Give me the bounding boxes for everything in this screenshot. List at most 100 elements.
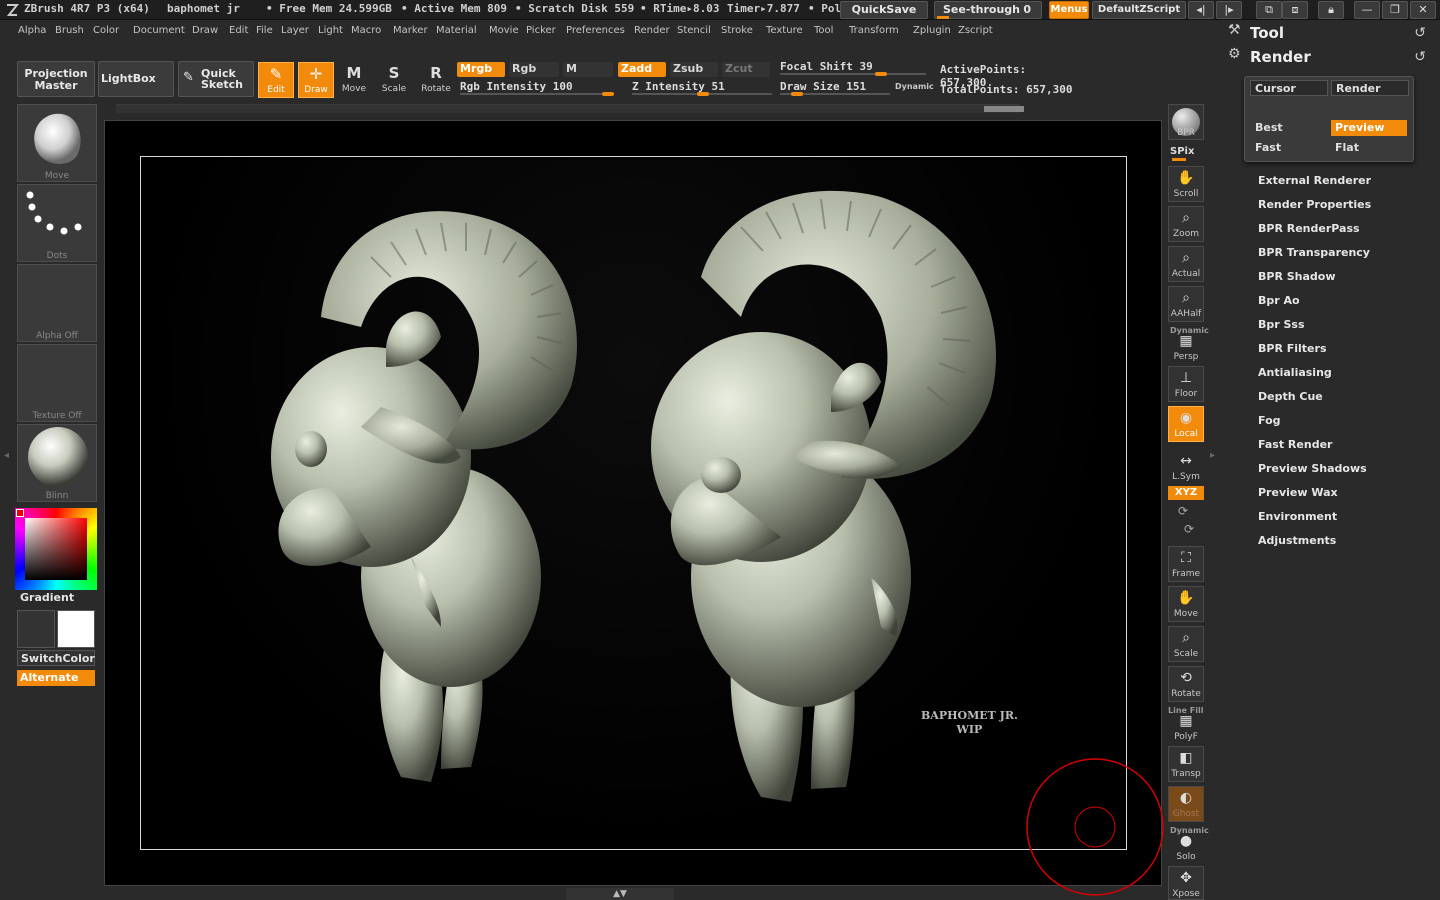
ui-layout2-icon[interactable]: ⧈ <box>1282 1 1308 19</box>
z-intensity-slider[interactable]: Z Intensity 51 <box>632 80 772 96</box>
spix-label[interactable]: SPix <box>1170 146 1194 157</box>
subpalette-bpr-renderpass[interactable]: BPR RenderPass <box>1258 222 1360 235</box>
main-color-swatch[interactable] <box>16 509 24 517</box>
aahalf-button[interactable]: ⌕ AAHalf <box>1168 286 1204 322</box>
menu-document[interactable]: Document <box>133 25 185 36</box>
menu-material[interactable]: Material <box>436 25 477 36</box>
menu-draw[interactable]: Draw <box>192 25 218 36</box>
subpalette-preview-shadows[interactable]: Preview Shadows <box>1258 462 1367 475</box>
ui-layout-icon[interactable]: ⧉ <box>1256 1 1282 19</box>
minimize-icon[interactable]: — <box>1354 1 1380 19</box>
flat-button[interactable]: Flat <box>1331 140 1407 156</box>
menu-marker[interactable]: Marker <box>393 25 428 36</box>
subpalette-bpr-transparency[interactable]: BPR Transparency <box>1258 246 1370 259</box>
scale-view-button[interactable]: ⌕ Scale <box>1168 626 1204 662</box>
zcut-toggle[interactable]: Zcut <box>722 62 770 77</box>
draw-size-slider[interactable]: Draw Size 151 <box>780 80 890 96</box>
menu-tool[interactable]: Tool <box>814 25 833 36</box>
layout-left-icon[interactable]: ◂| <box>1188 1 1214 19</box>
focal-shift-slider[interactable]: Focal Shift 39 <box>780 60 926 76</box>
menu-preferences[interactable]: Preferences <box>566 25 625 36</box>
lock-icon[interactable]: 🔒︎ <box>1318 1 1344 19</box>
cursor-tab[interactable]: Cursor <box>1250 80 1328 96</box>
tool-reset-icon[interactable]: ↺ <box>1414 25 1426 41</box>
rotate-z-icon[interactable]: ⟳ <box>1184 522 1194 536</box>
projection-master-button[interactable]: Projection Master <box>17 61 95 97</box>
zoom-button[interactable]: ⌕ Zoom <box>1168 206 1204 242</box>
subpalette-fast-render[interactable]: Fast Render <box>1258 438 1332 451</box>
persp-button[interactable]: ▦ Persp <box>1168 330 1204 362</box>
subpalette-bpr-sss[interactable]: Bpr Sss <box>1258 318 1305 331</box>
secondary-color-swatch[interactable] <box>17 610 55 648</box>
subpalette-bpr-shadow[interactable]: BPR Shadow <box>1258 270 1336 283</box>
draw-button[interactable]: ✛ Draw <box>298 62 334 98</box>
bottom-tray-toggle-icon[interactable]: ▲▼ <box>566 888 674 900</box>
subpalette-render-properties[interactable]: Render Properties <box>1258 198 1371 211</box>
mrgb-toggle[interactable]: Mrgb <box>457 62 505 77</box>
menu-texture[interactable]: Texture <box>766 25 803 36</box>
subpalette-external-renderer[interactable]: External Renderer <box>1258 174 1371 187</box>
texture-thumbnail[interactable]: Texture Off <box>17 344 97 422</box>
switchcolor-button[interactable]: SwitchColor <box>17 650 95 666</box>
menu-zplugin[interactable]: Zplugin <box>913 25 951 36</box>
default-zscript-button[interactable]: DefaultZScript <box>1092 1 1186 19</box>
alpha-thumbnail[interactable]: Alpha Off <box>17 264 97 342</box>
zadd-toggle[interactable]: Zadd <box>618 62 666 77</box>
subpalette-fog[interactable]: Fog <box>1258 414 1281 427</box>
subpalette-bpr-filters[interactable]: BPR Filters <box>1258 342 1327 355</box>
m-toggle[interactable]: M <box>563 62 613 77</box>
render-palette-header[interactable]: Render <box>1250 48 1311 66</box>
menu-light[interactable]: Light <box>318 25 343 36</box>
menu-render[interactable]: Render <box>634 25 670 36</box>
move-view-button[interactable]: ✋ Move <box>1168 586 1204 622</box>
rgb-intensity-slider[interactable]: Rgb Intensity 100 <box>460 80 614 96</box>
best-button[interactable]: Best <box>1251 120 1327 136</box>
subpalette-bpr-ao[interactable]: Bpr Ao <box>1258 294 1300 307</box>
rotate-button[interactable]: R Rotate <box>418 62 454 98</box>
menu-movie[interactable]: Movie <box>489 25 519 36</box>
ghost-button[interactable]: ◐ Ghost <box>1168 786 1204 822</box>
menu-file[interactable]: File <box>256 25 273 36</box>
lightbox-button[interactable]: LightBox <box>98 61 174 97</box>
menu-layer[interactable]: Layer <box>281 25 309 36</box>
menu-brush[interactable]: Brush <box>55 25 84 36</box>
xpose-button[interactable]: ✥ Xpose <box>1168 866 1204 900</box>
subpalette-preview-wax[interactable]: Preview Wax <box>1258 486 1338 499</box>
rotate-y-icon[interactable]: ⟳ <box>1178 504 1188 518</box>
preview-button[interactable]: Preview <box>1331 120 1407 136</box>
quicksave-button[interactable]: QuickSave <box>840 1 928 19</box>
subpalette-environment[interactable]: Environment <box>1258 510 1337 523</box>
close-icon[interactable]: ✕ <box>1410 1 1436 19</box>
frame-button[interactable]: ⛶ Frame <box>1168 546 1204 582</box>
menu-alpha[interactable]: Alpha <box>18 25 46 36</box>
render-tab[interactable]: Render <box>1331 80 1409 96</box>
shelf-scroll-strip[interactable] <box>116 104 1024 113</box>
rotate-view-button[interactable]: ⟲ Rotate <box>1168 666 1204 702</box>
lsym-button[interactable]: ↔ L.Sym <box>1168 450 1204 482</box>
color-picker[interactable] <box>15 508 97 590</box>
fast-button[interactable]: Fast <box>1251 140 1327 156</box>
polyf-button[interactable]: ▦ PolyF <box>1168 710 1204 742</box>
menu-zscript[interactable]: Zscript <box>958 25 993 36</box>
menu-macro[interactable]: Macro <box>351 25 381 36</box>
menu-picker[interactable]: Picker <box>526 25 556 36</box>
restore-icon[interactable]: ❐ <box>1382 1 1408 19</box>
color-saturation-square[interactable] <box>25 518 87 580</box>
gradient-label[interactable]: Gradient <box>17 590 95 606</box>
spix-knob[interactable] <box>1172 158 1186 161</box>
quick-sketch-button[interactable]: ✎ Quick Sketch <box>178 61 254 97</box>
menu-color[interactable]: Color <box>93 25 119 36</box>
rgb-toggle[interactable]: Rgb <box>509 62 559 77</box>
solo-button[interactable]: ● Solo <box>1168 830 1204 862</box>
menu-transform[interactable]: Transform <box>849 25 899 36</box>
menu-stencil[interactable]: Stencil <box>677 25 711 36</box>
tool-palette-header[interactable]: Tool <box>1250 24 1284 42</box>
scale-button[interactable]: S Scale <box>376 62 412 98</box>
scroll-button[interactable]: ✋ Scroll <box>1168 166 1204 202</box>
left-tray-toggle-icon[interactable]: ◂ <box>4 450 10 468</box>
subpalette-adjustments[interactable]: Adjustments <box>1258 534 1336 547</box>
stroke-thumbnail[interactable]: Dots <box>17 184 97 262</box>
xyz-button[interactable]: XYZ <box>1168 486 1204 500</box>
bpr-button[interactable]: BPR <box>1168 104 1204 140</box>
right-tray-toggle-icon[interactable]: ▸ <box>1210 450 1215 461</box>
